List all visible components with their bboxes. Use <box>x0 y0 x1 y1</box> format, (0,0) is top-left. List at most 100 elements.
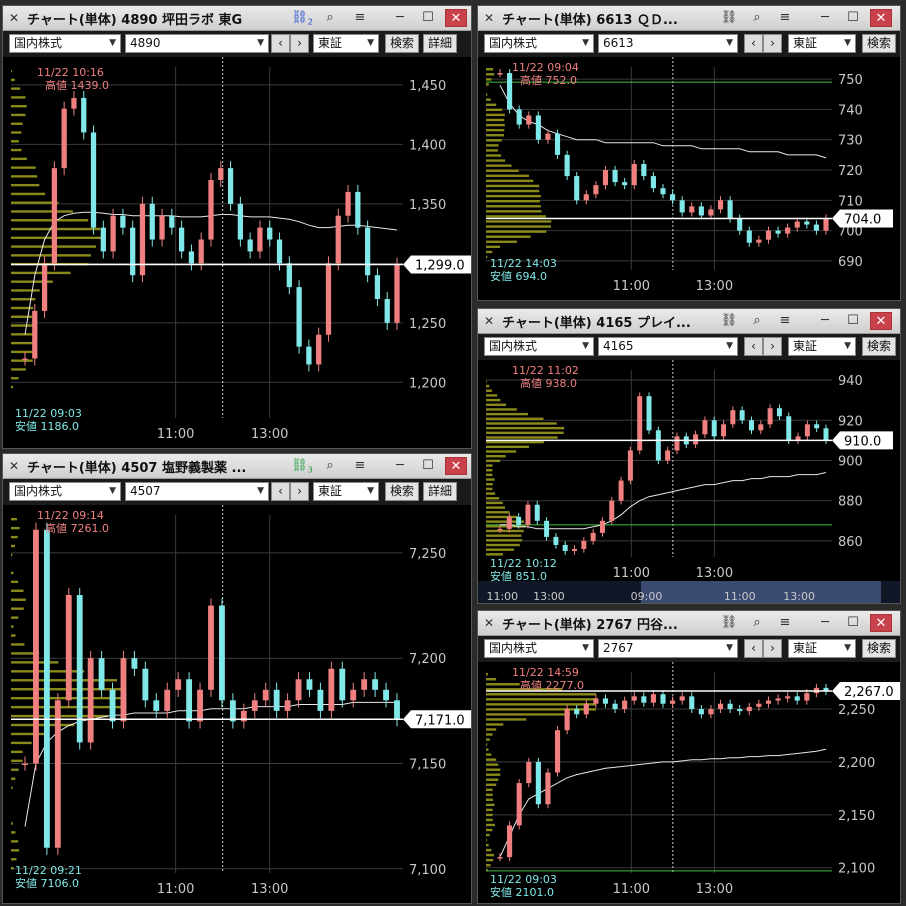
maximize-button[interactable]: ☐ <box>842 614 864 632</box>
menu-icon[interactable]: ≡ <box>349 457 371 475</box>
close-button[interactable]: ✕ <box>445 457 467 475</box>
next-button[interactable]: › <box>763 337 782 356</box>
chart-window-4890[interactable]: ✕ チャート(単体) 4890 坪田ラボ 東G ⛓2 ⌕ ≡ ─ ☐ ✕ 国内株… <box>2 5 472 449</box>
link-green-icon[interactable]: ⛓3 <box>291 457 313 475</box>
minimize-button[interactable]: ─ <box>814 9 836 27</box>
link-blue-icon[interactable]: ⛓2 <box>291 9 313 27</box>
pin-icon[interactable]: ✕ <box>9 11 23 25</box>
close-button[interactable]: ✕ <box>870 9 892 27</box>
market-select[interactable]: 国内株式 ▼ <box>484 337 594 356</box>
menu-icon[interactable]: ≡ <box>774 312 796 330</box>
minimize-button[interactable]: ─ <box>389 457 411 475</box>
maximize-button[interactable]: ☐ <box>417 9 439 27</box>
minimize-button[interactable]: ─ <box>389 9 411 27</box>
candle-body <box>641 163 647 177</box>
maximize-button[interactable]: ☐ <box>842 9 864 27</box>
search-icon[interactable]: ⌕ <box>746 614 768 632</box>
pin-icon[interactable]: ✕ <box>9 459 23 473</box>
y-tick-label: 740 <box>838 103 863 118</box>
candle-body <box>746 230 752 243</box>
prev-button[interactable]: ‹ <box>271 482 290 501</box>
minimize-button[interactable]: ─ <box>814 614 836 632</box>
price-chart[interactable]: 1,4501,4001,3501,3001,2501,20011:0013:00… <box>3 57 472 449</box>
market-select[interactable]: 国内株式 ▼ <box>484 34 594 53</box>
window-titlebar[interactable]: ✕ チャート(単体) 4890 坪田ラボ 東G ⛓2 ⌕ ≡ ─ ☐ ✕ <box>3 6 471 31</box>
next-button[interactable]: › <box>763 34 782 53</box>
next-button[interactable]: › <box>763 639 782 658</box>
current-price-label: 7,171.0 <box>415 713 465 728</box>
prev-button[interactable]: ‹ <box>271 34 290 53</box>
link-icon[interactable]: ⛓ <box>718 614 740 632</box>
search-button[interactable]: 検索 <box>385 34 419 53</box>
volume-profile-bar <box>11 324 34 327</box>
exchange-value: 東証 <box>793 36 818 50</box>
exchange-select[interactable]: 東証 ▼ <box>788 639 856 658</box>
next-button[interactable]: › <box>290 482 309 501</box>
window-titlebar[interactable]: ✕ チャート(単体) 6613 ＱＤ... ⛓ ⌕ ≡ ─ ☐ ✕ <box>478 6 900 31</box>
volume-profile-bar <box>486 159 506 162</box>
candle-body <box>545 772 551 805</box>
exchange-select[interactable]: 東証 ▼ <box>313 34 379 53</box>
close-button[interactable]: ✕ <box>445 9 467 27</box>
window-titlebar[interactable]: ✕ チャート(単体) 4507 塩野義製薬 ... ⛓3 ⌕ ≡ ─ ☐ ✕ <box>3 454 471 479</box>
search-icon[interactable]: ⌕ <box>319 457 341 475</box>
code-input[interactable]: 4890 ▼ <box>125 34 269 53</box>
menu-icon[interactable]: ≡ <box>774 614 796 632</box>
search-button[interactable]: 検索 <box>862 337 896 356</box>
pin-icon[interactable]: ✕ <box>484 314 498 328</box>
detail-button[interactable]: 詳細 <box>423 34 457 53</box>
price-chart[interactable]: 940 920 900 880 860 11:00 13:00 910.0 11/22 11:0… <box>478 360 901 604</box>
next-button[interactable]: › <box>290 34 309 53</box>
window-titlebar[interactable]: ✕ チャート(単体) 2767 円谷... ⛓ ⌕ ≡ ─ ☐ ✕ <box>478 611 900 636</box>
maximize-button[interactable]: ☐ <box>842 312 864 330</box>
candle-body <box>317 689 324 711</box>
candle-body <box>516 516 522 525</box>
pin-icon[interactable]: ✕ <box>484 11 498 25</box>
close-button[interactable]: ✕ <box>870 312 892 330</box>
code-input[interactable]: 2767 ▼ <box>598 639 738 658</box>
search-button[interactable]: 検索 <box>862 639 896 658</box>
candle-body <box>574 709 580 715</box>
market-select[interactable]: 国内株式 ▼ <box>484 639 594 658</box>
chart-window-2767[interactable]: ✕ チャート(単体) 2767 円谷... ⛓ ⌕ ≡ ─ ☐ ✕ 国内株式 ▼ … <box>477 610 901 904</box>
volume-profile-bar <box>486 164 512 167</box>
price-chart[interactable]: 7,250 7,200 7,150 7,100 11:00 13:00 7,171.0 11/… <box>3 505 472 904</box>
code-input[interactable]: 6613 ▼ <box>598 34 738 53</box>
minimize-button[interactable]: ─ <box>814 312 836 330</box>
pin-icon[interactable]: ✕ <box>484 616 498 630</box>
search-icon[interactable]: ⌕ <box>746 312 768 330</box>
code-input[interactable]: 4507 ▼ <box>125 482 269 501</box>
prev-button[interactable]: ‹ <box>744 639 763 658</box>
chart-window-4165[interactable]: ✕ チャート(単体) 4165 プレイ... ⛓ ⌕ ≡ ─ ☐ ✕ 国内株式 ▼… <box>477 308 901 604</box>
exchange-select[interactable]: 東証 ▼ <box>313 482 379 501</box>
link-icon[interactable]: ⛓ <box>718 9 740 27</box>
chart-window-6613[interactable]: ✕ チャート(単体) 6613 ＱＤ... ⛓ ⌕ ≡ ─ ☐ ✕ 国内株式 ▼ … <box>477 5 901 301</box>
close-button[interactable]: ✕ <box>870 614 892 632</box>
volume-profile-bar <box>486 398 501 402</box>
volume-profile-bar <box>486 464 493 467</box>
volume-profile-bar <box>486 708 596 711</box>
prev-button[interactable]: ‹ <box>744 34 763 53</box>
window-titlebar[interactable]: ✕ チャート(単体) 4165 プレイ... ⛓ ⌕ ≡ ─ ☐ ✕ <box>478 309 900 334</box>
link-icon[interactable]: ⛓ <box>718 312 740 330</box>
volume-profile-bar <box>486 683 520 686</box>
prev-button[interactable]: ‹ <box>744 337 763 356</box>
price-chart[interactable]: 75074073072071070069011:00 13:00704.011/2… <box>478 57 901 301</box>
y-tick-label: 2,200 <box>838 756 875 771</box>
detail-button[interactable]: 詳細 <box>423 482 457 501</box>
search-button[interactable]: 検索 <box>862 34 896 53</box>
menu-icon[interactable]: ≡ <box>774 9 796 27</box>
maximize-button[interactable]: ☐ <box>417 457 439 475</box>
market-select[interactable]: 国内株式 ▼ <box>9 482 121 501</box>
exchange-select[interactable]: 東証 ▼ <box>788 337 856 356</box>
code-input[interactable]: 4165 ▼ <box>598 337 738 356</box>
exchange-select[interactable]: 東証 ▼ <box>788 34 856 53</box>
search-button[interactable]: 検索 <box>385 482 419 501</box>
menu-icon[interactable]: ≡ <box>349 9 371 27</box>
price-chart[interactable]: 2,250 2,200 2,150 2,100 11:00 13:00 2,267.0 11/… <box>478 662 901 904</box>
chart-window-4507[interactable]: ✕ チャート(単体) 4507 塩野義製薬 ... ⛓3 ⌕ ≡ ─ ☐ ✕ 国… <box>2 453 472 904</box>
search-icon[interactable]: ⌕ <box>319 9 341 27</box>
search-icon[interactable]: ⌕ <box>746 9 768 27</box>
market-select[interactable]: 国内株式 ▼ <box>9 34 121 53</box>
candle-body <box>325 263 332 335</box>
